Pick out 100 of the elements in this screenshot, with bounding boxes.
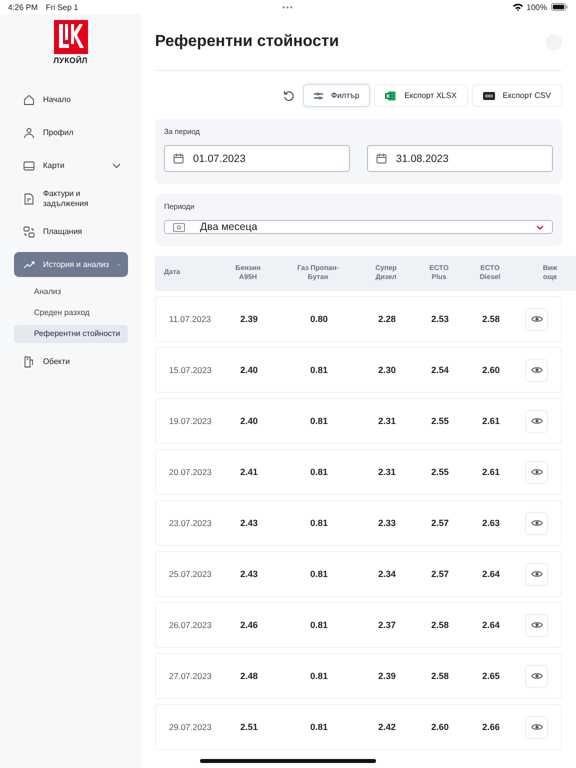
table-cell-text: 0.81 xyxy=(309,620,329,630)
table-cell-text: 0.81 xyxy=(309,365,329,375)
table-cell-text: 2.54 xyxy=(430,365,450,375)
view-button[interactable] xyxy=(525,410,548,432)
money-icon xyxy=(173,222,185,232)
table-cell-text: 2.33 xyxy=(377,518,397,528)
table-cell-text: 11.07.2023 xyxy=(169,314,212,324)
table-cell-text: 20.07.2023 xyxy=(169,467,213,477)
logo-icon xyxy=(54,20,88,54)
table-cell-text: 2.43 xyxy=(239,518,259,528)
nav-item[interactable]: Плащания xyxy=(14,219,128,244)
table-cell-text: 2.41 xyxy=(239,467,259,477)
multitask-dots[interactable]: ••• xyxy=(282,2,294,12)
document-icon xyxy=(23,192,35,204)
eye-icon xyxy=(530,417,542,425)
view-button[interactable] xyxy=(525,562,548,586)
table-cell-text: 2.57 xyxy=(430,518,450,528)
table-cell-text: 19.07.2023 xyxy=(169,416,213,426)
table-cell-text: 0.81 xyxy=(309,671,329,681)
eye-icon xyxy=(530,519,542,527)
table-cell-text: 2.39 xyxy=(377,671,397,681)
sliders-icon xyxy=(314,92,323,100)
eye-icon xyxy=(530,621,542,629)
eye-icon xyxy=(530,723,542,731)
eye-icon xyxy=(530,672,542,680)
nav-subitem[interactable]: Референтни стойности xyxy=(14,325,128,343)
table-cell-text: 29.07.2023 xyxy=(169,722,213,732)
table-cell-text: 2.55 xyxy=(430,416,450,426)
home-icon xyxy=(23,94,35,106)
calendar-icon xyxy=(376,153,387,164)
table-cell-text: 0.80 xyxy=(309,314,329,324)
table-cell-text: 2.46 xyxy=(239,620,259,630)
filter-button[interactable]: Филтър xyxy=(303,84,370,107)
nav-item[interactable]: История и анализ xyxy=(14,252,128,277)
table-cell-text: 0.81 xyxy=(309,467,329,477)
table-cell-text: 27.07.2023 xyxy=(169,671,213,681)
user-icon xyxy=(23,126,35,138)
table-cell-text: 2.55 xyxy=(430,467,450,477)
table-cell-text: 2.39 xyxy=(239,314,259,324)
table-cell-text: 2.31 xyxy=(377,467,397,477)
view-button[interactable] xyxy=(525,614,548,636)
trend-icon xyxy=(23,258,35,270)
table-cell-text: 2.60 xyxy=(430,722,450,732)
building-icon xyxy=(23,356,35,368)
nav-item[interactable]: Профил xyxy=(14,120,128,145)
chevron-down-icon xyxy=(536,224,544,230)
eye-icon xyxy=(530,468,542,476)
table-cell-text: 2.53 xyxy=(430,314,450,324)
date-field[interactable]: 01.07.2023 xyxy=(164,145,350,172)
view-button[interactable] xyxy=(525,664,548,688)
reset-icon[interactable] xyxy=(283,90,295,102)
page-title: Референтни стойности xyxy=(155,33,339,51)
table-cell-text: 2.58 xyxy=(481,314,501,324)
table-cell-text: 2.57 xyxy=(430,569,450,579)
nav-item[interactable]: Начало xyxy=(14,87,128,112)
nav-item[interactable]: Карти xyxy=(14,153,128,178)
table-cell-text: 2.58 xyxy=(430,620,450,630)
table-cell-text: 2.65 xyxy=(481,671,501,681)
periods-dropdown[interactable]: Два месеца xyxy=(164,220,553,234)
view-button[interactable] xyxy=(525,460,548,484)
export-csv-button[interactable]: Експорт CSV xyxy=(472,84,562,107)
table-cell-text: 15.07.2023 xyxy=(169,365,213,375)
table-cell-text: 2.30 xyxy=(377,365,397,375)
view-button[interactable] xyxy=(525,308,548,330)
wifi-icon xyxy=(512,3,523,11)
table-cell-text: 2.66 xyxy=(481,722,501,732)
table-cell-text: 2.43 xyxy=(239,569,259,579)
nav-subitem[interactable]: Среден разход xyxy=(14,304,128,322)
export-xlsx-button[interactable]: Експорт XLSX xyxy=(374,84,468,107)
view-button[interactable] xyxy=(525,512,548,534)
table-cell-text: 2.51 xyxy=(239,722,259,732)
nav-item[interactable]: Обекти xyxy=(14,349,128,374)
payment-icon xyxy=(23,226,35,238)
eye-icon xyxy=(530,570,542,578)
nav-subitem[interactable]: Анализ xyxy=(14,283,128,301)
chevron-icon xyxy=(112,162,121,168)
nav-item[interactable]: Фактури и задължения xyxy=(14,186,128,211)
date-field[interactable]: 31.08.2023 xyxy=(367,145,553,172)
table-cell-text: 2.63 xyxy=(481,518,501,528)
logo-text: ЛУКОЙЛ xyxy=(53,56,88,65)
view-button[interactable] xyxy=(525,358,548,382)
table-cell-text: 2.64 xyxy=(481,569,501,579)
view-button[interactable] xyxy=(525,716,548,738)
table-cell-text: 2.61 xyxy=(481,467,501,477)
table-cell-text: 0.81 xyxy=(309,569,329,579)
table-cell-text: 26.07.2023 xyxy=(169,620,213,630)
table-cell-text: 2.64 xyxy=(481,620,501,630)
table-cell-text: 2.61 xyxy=(481,416,501,426)
spreadsheet-icon xyxy=(385,90,396,100)
table-cell-text: 0.81 xyxy=(309,722,329,732)
table-cell-text: 2.40 xyxy=(239,416,259,426)
table-cell-text: 2.40 xyxy=(239,365,259,375)
table-cell-text: 2.60 xyxy=(481,365,501,375)
table-cell-text: 0.81 xyxy=(309,518,329,528)
battery-percent: 100% xyxy=(526,2,547,12)
table-cell-text: 2.58 xyxy=(430,671,450,681)
table-cell-text: 25.07.2023 xyxy=(169,569,213,579)
table-cell-text: 0.81 xyxy=(309,416,329,426)
table-cell-text: 2.42 xyxy=(377,722,397,732)
status-date: Fri Sep 1 xyxy=(46,2,78,12)
